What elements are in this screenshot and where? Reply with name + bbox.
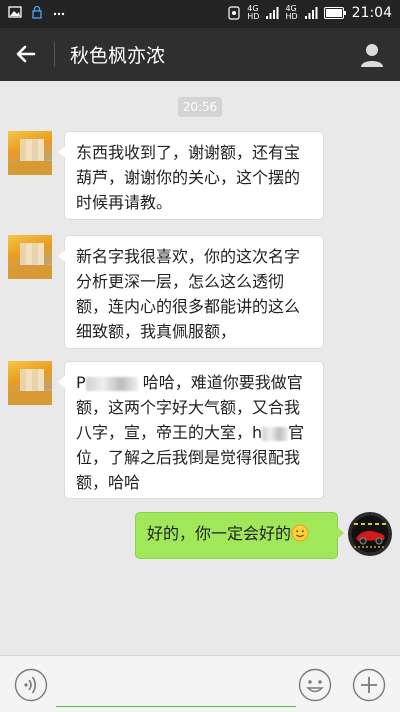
signal-icon-1	[266, 7, 279, 19]
network-indicator-2: 4G HD	[285, 5, 297, 21]
input-bar	[0, 655, 400, 712]
redacted-text	[262, 426, 289, 441]
lock-notification-icon	[32, 5, 42, 19]
message-input[interactable]	[56, 666, 296, 707]
redacted-text	[85, 376, 138, 391]
status-time: 21:04	[351, 5, 392, 21]
signal-icon-2	[304, 7, 318, 19]
message-bubble[interactable]: 新名字我很喜欢，你的这次名字分析更深一层，怎么这么透彻额，连内心的很多都能讲的这…	[58, 235, 324, 349]
message-text: 新名字我很喜欢，你的这次名字分析更深一层，怎么这么透彻额，连内心的很多都能讲的这…	[76, 247, 301, 341]
status-bar: 4G HD 4G HD 21:04	[0, 0, 400, 28]
hd-label-1: HD	[247, 12, 260, 21]
rotation-lock-icon	[228, 6, 240, 20]
contact-avatar[interactable]	[8, 131, 52, 175]
message-prefix-2: h	[252, 423, 263, 442]
smiley-icon[interactable]	[298, 668, 332, 702]
my-avatar[interactable]	[348, 512, 392, 556]
person-icon[interactable]	[358, 41, 386, 69]
chat-timestamp: 20:56	[178, 97, 222, 117]
battery-icon	[323, 7, 346, 19]
hd-label-2: HD	[285, 12, 298, 21]
message-text: 东西我收到了，谢谢额，还有宝葫芦，谢谢你的关心，这个摆的时候再请教。	[76, 143, 301, 212]
smiley-emoji-icon	[291, 524, 309, 542]
message-text: 好的，你一定会好的	[147, 524, 292, 543]
network-indicator-1: 4G HD	[247, 5, 259, 21]
contact-avatar[interactable]	[8, 235, 52, 279]
message-prefix: P	[76, 373, 86, 392]
my-message-bubble[interactable]: 好的，你一定会好的	[135, 512, 344, 559]
message-bubble[interactable]: P 哈哈，难道你要我做官额，这两个字好大气额，又合我八字，宣，帝王的大室，h 官位…	[58, 361, 324, 499]
car-logo-icon	[354, 523, 386, 548]
message-bubble[interactable]: 东西我收到了，谢谢额，还有宝葫芦，谢谢你的关心，这个摆的时候再请教。	[58, 131, 324, 220]
chat-header: 秋色枫亦浓	[0, 28, 400, 81]
voice-icon[interactable]	[14, 668, 48, 702]
image-notification-icon	[8, 6, 22, 18]
contact-avatar[interactable]	[8, 361, 52, 405]
more-notifications-icon	[53, 12, 65, 16]
header-divider	[54, 42, 55, 67]
arrow-left-icon[interactable]	[10, 38, 42, 70]
chat-title: 秋色枫亦浓	[70, 45, 166, 67]
plus-icon[interactable]	[352, 668, 386, 702]
